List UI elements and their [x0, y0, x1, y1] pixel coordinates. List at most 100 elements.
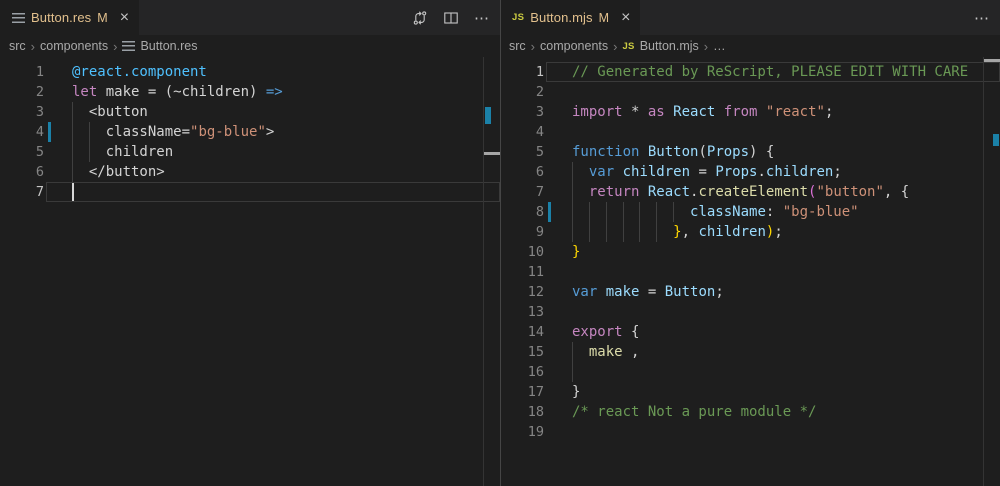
code-line-body[interactable]: [546, 362, 1000, 382]
code-line-6[interactable]: 6 var children = Props.children;: [500, 162, 1000, 182]
line-number: 5: [500, 142, 546, 162]
code-line-body[interactable]: [46, 182, 500, 202]
overview-ruler-modified-marker: [485, 107, 491, 124]
code-line-19[interactable]: 19: [500, 422, 1000, 442]
code-text: @react.component: [72, 62, 207, 82]
code-line-body[interactable]: [546, 82, 1000, 102]
code-line-13[interactable]: 13: [500, 302, 1000, 322]
chevron-right-icon: ›: [531, 39, 535, 54]
code-line-body[interactable]: var make = Button;: [546, 282, 1000, 302]
editor-group-divider[interactable]: [500, 0, 501, 486]
code-line-1[interactable]: 1@react.component: [0, 62, 500, 82]
git-modified-gutter: [548, 202, 551, 222]
code-line-body[interactable]: children: [46, 142, 500, 162]
tab-button-mjs[interactable]: JS Button.mjs M ×: [500, 0, 640, 35]
breadcrumb-item-components[interactable]: components: [40, 39, 108, 53]
close-icon[interactable]: ×: [621, 10, 630, 26]
code-line-18[interactable]: 18/* react Not a pure module */: [500, 402, 1000, 422]
breadcrumb-item-symbol[interactable]: …: [713, 39, 726, 53]
code-line-body[interactable]: }: [546, 242, 1000, 262]
file-lines-icon: [122, 41, 135, 51]
code-line-body[interactable]: var children = Props.children;: [546, 162, 1000, 182]
code-line-15[interactable]: 15 make ,: [500, 342, 1000, 362]
close-icon[interactable]: ×: [120, 10, 129, 26]
code-text: import * as React from "react";: [572, 102, 833, 122]
chevron-right-icon: ›: [613, 39, 617, 54]
code-line-body[interactable]: <button: [46, 102, 500, 122]
breadcrumb-item-file[interactable]: Button.res: [140, 39, 197, 53]
editor-button-mjs[interactable]: 1// Generated by ReScript, PLEASE EDIT W…: [500, 57, 1000, 486]
code-line-body[interactable]: let make = (~children) =>: [46, 82, 500, 102]
code-line-7[interactable]: 7: [0, 182, 500, 202]
code-line-8[interactable]: 8 className: "bg-blue": [500, 202, 1000, 222]
code-line-body[interactable]: return React.createElement("button", {: [546, 182, 1000, 202]
line-number: 4: [0, 122, 46, 142]
code-line-11[interactable]: 11: [500, 262, 1000, 282]
code-line-3[interactable]: 3 import * as React from "react";: [500, 102, 1000, 122]
modified-badge: M: [599, 11, 609, 25]
line-number: 1: [500, 62, 546, 82]
line-number: 2: [0, 82, 46, 102]
code-line-body[interactable]: }: [546, 382, 1000, 402]
line-number: 12: [500, 282, 546, 302]
line-number: 14: [500, 322, 546, 342]
code-line-body[interactable]: [546, 422, 1000, 442]
code-text: function Button(Props) {: [572, 142, 774, 162]
code-line-body[interactable]: }, children);: [546, 222, 1000, 242]
split-editor-icon[interactable]: [443, 10, 459, 26]
code-text: var make = Button;: [572, 282, 724, 302]
code-line-16[interactable]: 16: [500, 362, 1000, 382]
code-line-4[interactable]: 4: [500, 122, 1000, 142]
code-line-5[interactable]: 5 function Button(Props) {: [500, 142, 1000, 162]
code-line-body[interactable]: /* react Not a pure module */: [546, 402, 1000, 422]
more-actions-icon[interactable]: ⋯: [474, 10, 490, 26]
overview-ruler-modified-marker: [993, 134, 999, 146]
code-line-body[interactable]: </button>: [46, 162, 500, 182]
code-line-body[interactable]: [546, 262, 1000, 282]
code-line-10[interactable]: 10}: [500, 242, 1000, 262]
line-number: 19: [500, 422, 546, 442]
code-line-body[interactable]: // Generated by ReScript, PLEASE EDIT WI…: [546, 62, 1000, 82]
code-line-body[interactable]: make ,: [546, 342, 1000, 362]
code-line-body[interactable]: [546, 302, 1000, 322]
code-line-12[interactable]: 12 var make = Button;: [500, 282, 1000, 302]
code-line-17[interactable]: 17}: [500, 382, 1000, 402]
code-line-body[interactable]: [546, 122, 1000, 142]
chevron-right-icon: ›: [113, 39, 117, 54]
line-number: 7: [500, 182, 546, 202]
code-line-body[interactable]: function Button(Props) {: [546, 142, 1000, 162]
code-line-3[interactable]: 3 <button: [0, 102, 500, 122]
tab-button-res[interactable]: Button.res M ×: [0, 0, 139, 35]
tab-label: Button.res: [31, 10, 91, 25]
breadcrumb-item-src[interactable]: src: [509, 39, 526, 53]
code-line-body[interactable]: className="bg-blue">: [46, 122, 500, 142]
tab-bar-right: JS Button.mjs M × ⋯: [500, 0, 1000, 35]
code-line-14[interactable]: 14export {: [500, 322, 1000, 342]
tab-label: Button.mjs: [530, 10, 592, 25]
editor-button-res[interactable]: 1@react.component2let make = (~children)…: [0, 57, 500, 486]
line-number: 3: [500, 102, 546, 122]
code-line-5[interactable]: 5 children: [0, 142, 500, 162]
code-line-2[interactable]: 2let make = (~children) =>: [0, 82, 500, 102]
code-line-1[interactable]: 1// Generated by ReScript, PLEASE EDIT W…: [500, 62, 1000, 82]
code-line-9[interactable]: 9 }, children);: [500, 222, 1000, 242]
code-line-body[interactable]: export {: [546, 322, 1000, 342]
overview-ruler-cursor-marker: [984, 59, 1000, 62]
code-text: <button: [72, 102, 148, 122]
code-line-7[interactable]: 7 return React.createElement("button", {: [500, 182, 1000, 202]
code-line-6[interactable]: 6 </button>: [0, 162, 500, 182]
chevron-right-icon: ›: [704, 39, 708, 54]
breadcrumb-item-components[interactable]: components: [540, 39, 608, 53]
code-line-4[interactable]: 4 className="bg-blue">: [0, 122, 500, 142]
code-text: className: "bg-blue": [572, 202, 859, 222]
breadcrumb-item-src[interactable]: src: [9, 39, 26, 53]
code-line-2[interactable]: 2: [500, 82, 1000, 102]
code-line-body[interactable]: className: "bg-blue": [546, 202, 1000, 222]
vscode-window: Button.res M ×: [0, 0, 1000, 486]
code-line-body[interactable]: import * as React from "react";: [546, 102, 1000, 122]
more-actions-icon[interactable]: ⋯: [974, 10, 990, 26]
code-line-body[interactable]: @react.component: [46, 62, 500, 82]
file-lines-icon: [12, 13, 25, 23]
open-changes-icon[interactable]: [412, 10, 428, 26]
breadcrumb-item-file[interactable]: Button.mjs: [640, 39, 699, 53]
